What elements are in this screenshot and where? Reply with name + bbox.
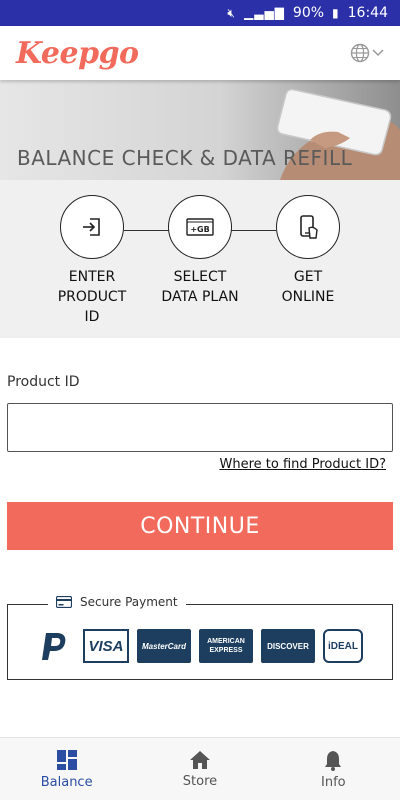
home-icon <box>189 750 210 769</box>
hero-banner: BALANCE CHECK & DATA REFILL <box>0 80 400 180</box>
grid-icon <box>56 749 77 770</box>
battery-level: 90% <box>292 5 325 21</box>
step-label-line: ID <box>84 309 100 325</box>
enter-icon <box>83 218 100 236</box>
paypal-icon <box>42 633 66 660</box>
data-plan-icon: +GB <box>186 218 214 236</box>
step-label: GET ONLINE <box>238 267 378 307</box>
continue-button[interactable]: CONTINUE <box>7 502 393 550</box>
nav-label: Balance <box>40 774 93 790</box>
step-get-online: GET ONLINE <box>238 195 378 307</box>
step-circle: +GB <box>168 195 232 259</box>
secure-payment-box: Secure Payment VISA MasterCard AMERICAN … <box>7 595 393 680</box>
app-bar: Keepgo <box>0 26 400 80</box>
visa-logo: VISA <box>83 629 129 663</box>
nav-item-balance[interactable]: Balance <box>0 738 133 800</box>
mastercard-logo: MasterCard <box>137 629 191 663</box>
phone-online-icon <box>300 215 318 239</box>
hero-title: BALANCE CHECK & DATA REFILL <box>17 146 353 170</box>
product-id-input[interactable] <box>7 403 393 452</box>
chevron-down-icon <box>372 49 384 57</box>
step-circle <box>276 195 340 259</box>
signal-icon: ▁▃▅▇ <box>243 6 285 20</box>
nav-label: Store <box>182 773 218 789</box>
app-logo[interactable]: Keepgo <box>16 36 139 71</box>
ideal-logo: iDEAL <box>323 629 363 663</box>
battery-icon: ▮ <box>332 6 340 20</box>
paypal-logo <box>37 629 75 663</box>
step-circle <box>60 195 124 259</box>
clock: 16:44 <box>347 5 388 21</box>
nav-item-store[interactable]: Store <box>133 738 266 800</box>
product-id-label: Product ID <box>7 374 80 390</box>
steps-section: ENTER PRODUCT ID +GB SELECT DATA PLAN GE… <box>0 180 400 338</box>
amex-logo: AMERICAN EXPRESS <box>199 629 253 663</box>
data-plan-icon-text: +GB <box>190 225 209 234</box>
bottom-nav: Balance Store Info <box>0 737 400 800</box>
step-label-line: ONLINE <box>281 289 335 305</box>
globe-icon <box>350 43 370 63</box>
mute-icon: 🔇︎ <box>227 5 236 20</box>
nav-item-info[interactable]: Info <box>267 738 400 800</box>
discover-logo: DISCOVER <box>261 629 315 663</box>
step-label-line: GET <box>293 269 323 285</box>
secure-payment-header: Secure Payment <box>48 595 186 609</box>
language-selector[interactable] <box>350 43 384 63</box>
find-product-id-link[interactable]: Where to find Product ID? <box>219 457 386 472</box>
bell-icon <box>325 750 342 771</box>
nav-label: Info <box>321 774 346 790</box>
status-bar: 🔇︎ ▁▃▅▇ 90% ▮ 16:44 <box>0 0 400 26</box>
secure-payment-title: Secure Payment <box>80 595 178 609</box>
credit-card-icon <box>56 596 72 608</box>
payment-methods: VISA MasterCard AMERICAN EXPRESS DISCOVE… <box>8 629 392 663</box>
